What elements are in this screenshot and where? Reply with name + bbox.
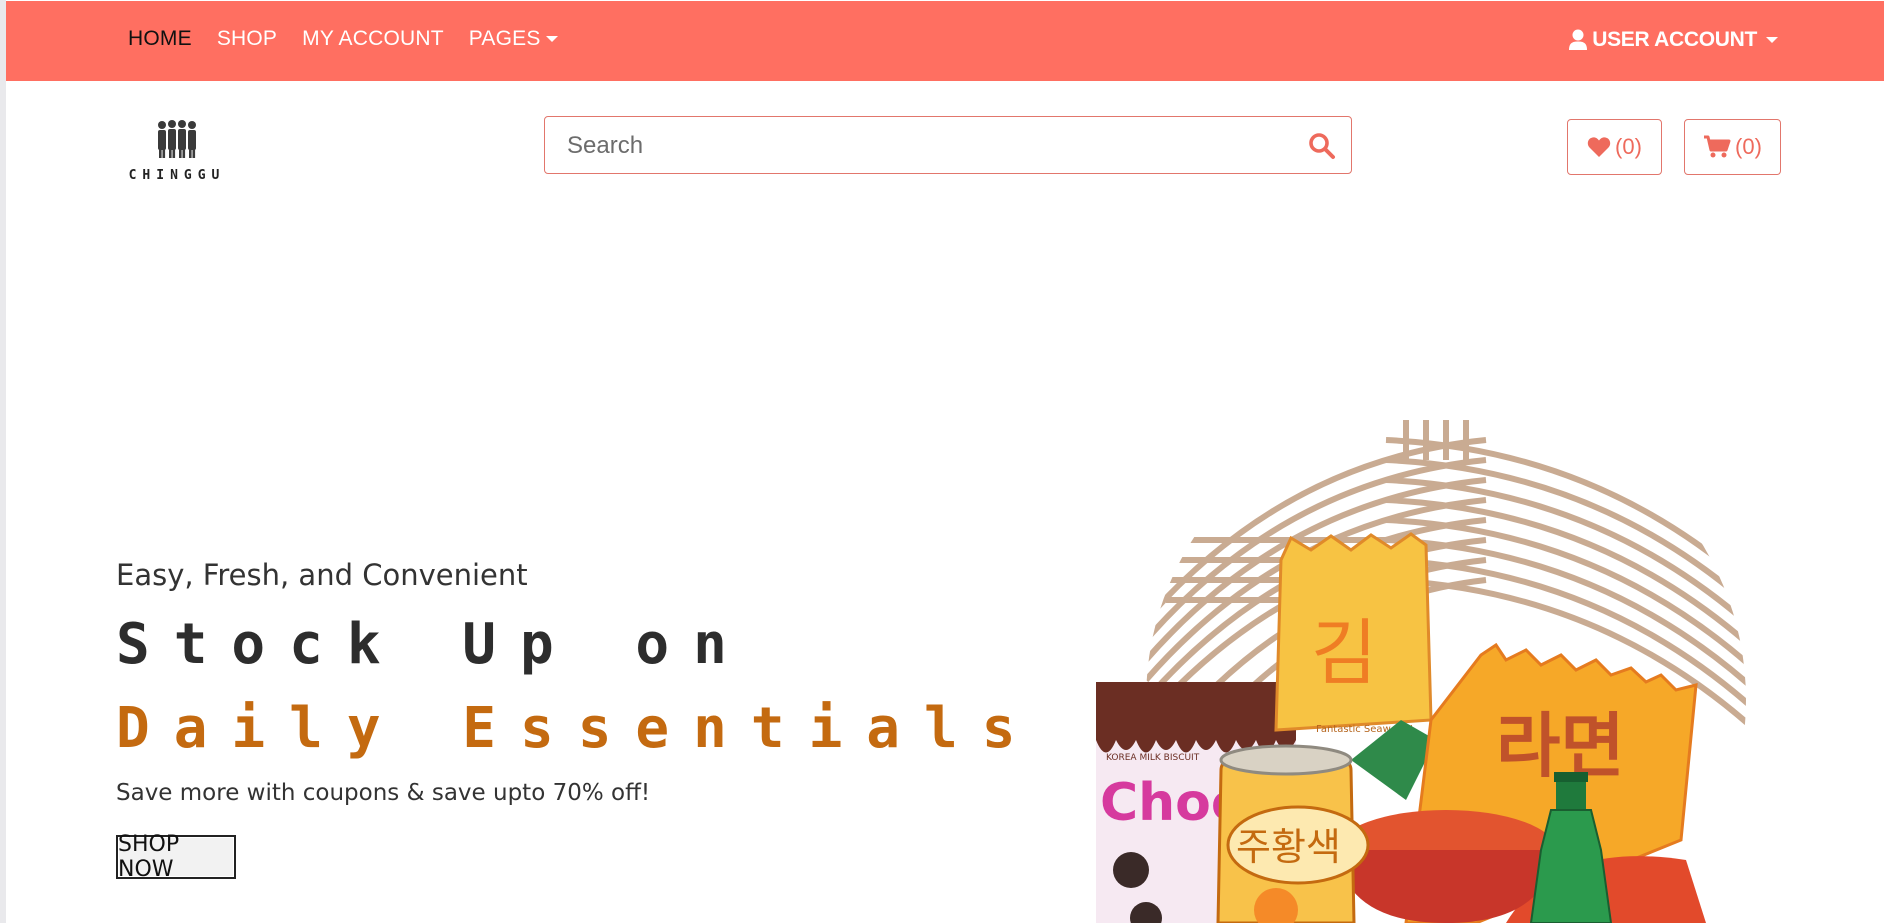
nav-pages[interactable]: PAGES: [469, 27, 558, 51]
cart-count: (0): [1735, 134, 1762, 159]
caret-down-icon: [1766, 37, 1778, 43]
people-logo-icon: [158, 120, 196, 158]
heart-icon: [1587, 137, 1611, 157]
orange-drink-can: 주황색: [1216, 744, 1370, 923]
nav-my-account[interactable]: MY ACCOUNT: [302, 27, 444, 51]
top-navbar: HOME SHOP MY ACCOUNT PAGES USER ACCOUNT: [6, 1, 1884, 81]
page: HOME SHOP MY ACCOUNT PAGES USER ACCOUNT: [6, 0, 1884, 923]
cart-button[interactable]: (0): [1684, 119, 1781, 175]
user-icon: [1569, 29, 1588, 50]
search-input[interactable]: [545, 117, 1309, 175]
hero-subtitle: Easy, Fresh, and Convenient: [116, 558, 528, 592]
wishlist-count: (0): [1615, 134, 1642, 159]
brand-logo[interactable]: CHINGGU: [120, 118, 234, 188]
nav-pages-label: PAGES: [468, 27, 541, 50]
user-account-dropdown[interactable]: USER ACCOUNT: [1568, 28, 1778, 52]
can-label: 주황색: [1236, 825, 1341, 869]
seaweed-label: 김: [1311, 611, 1377, 695]
search-icon[interactable]: [1307, 131, 1337, 161]
hero-heading-line2: Daily Essentials: [116, 696, 1040, 761]
korean-snacks-illustration: KOREA MILK BISCUIT Choc 김 Fantastic Seaw…: [1096, 420, 1746, 923]
biscuit-box-text: KOREA MILK BISCUIT: [1106, 753, 1200, 763]
wishlist-button[interactable]: (0): [1567, 119, 1662, 175]
hero-heading-line1: Stock Up on: [116, 612, 751, 677]
caret-down-icon: [545, 36, 558, 42]
cart-icon: [1704, 135, 1731, 158]
hero-description: Save more with coupons & save upto 70% o…: [116, 780, 651, 806]
logo-text: CHINGGU: [128, 168, 226, 183]
main-nav: HOME SHOP MY ACCOUNT PAGES: [128, 27, 583, 51]
nav-shop[interactable]: SHOP: [217, 27, 277, 51]
nav-home[interactable]: HOME: [128, 27, 192, 51]
user-account-label: USER ACCOUNT: [1592, 28, 1757, 51]
shop-now-button[interactable]: SHOP NOW: [116, 832, 236, 882]
search-bar: [544, 116, 1352, 175]
